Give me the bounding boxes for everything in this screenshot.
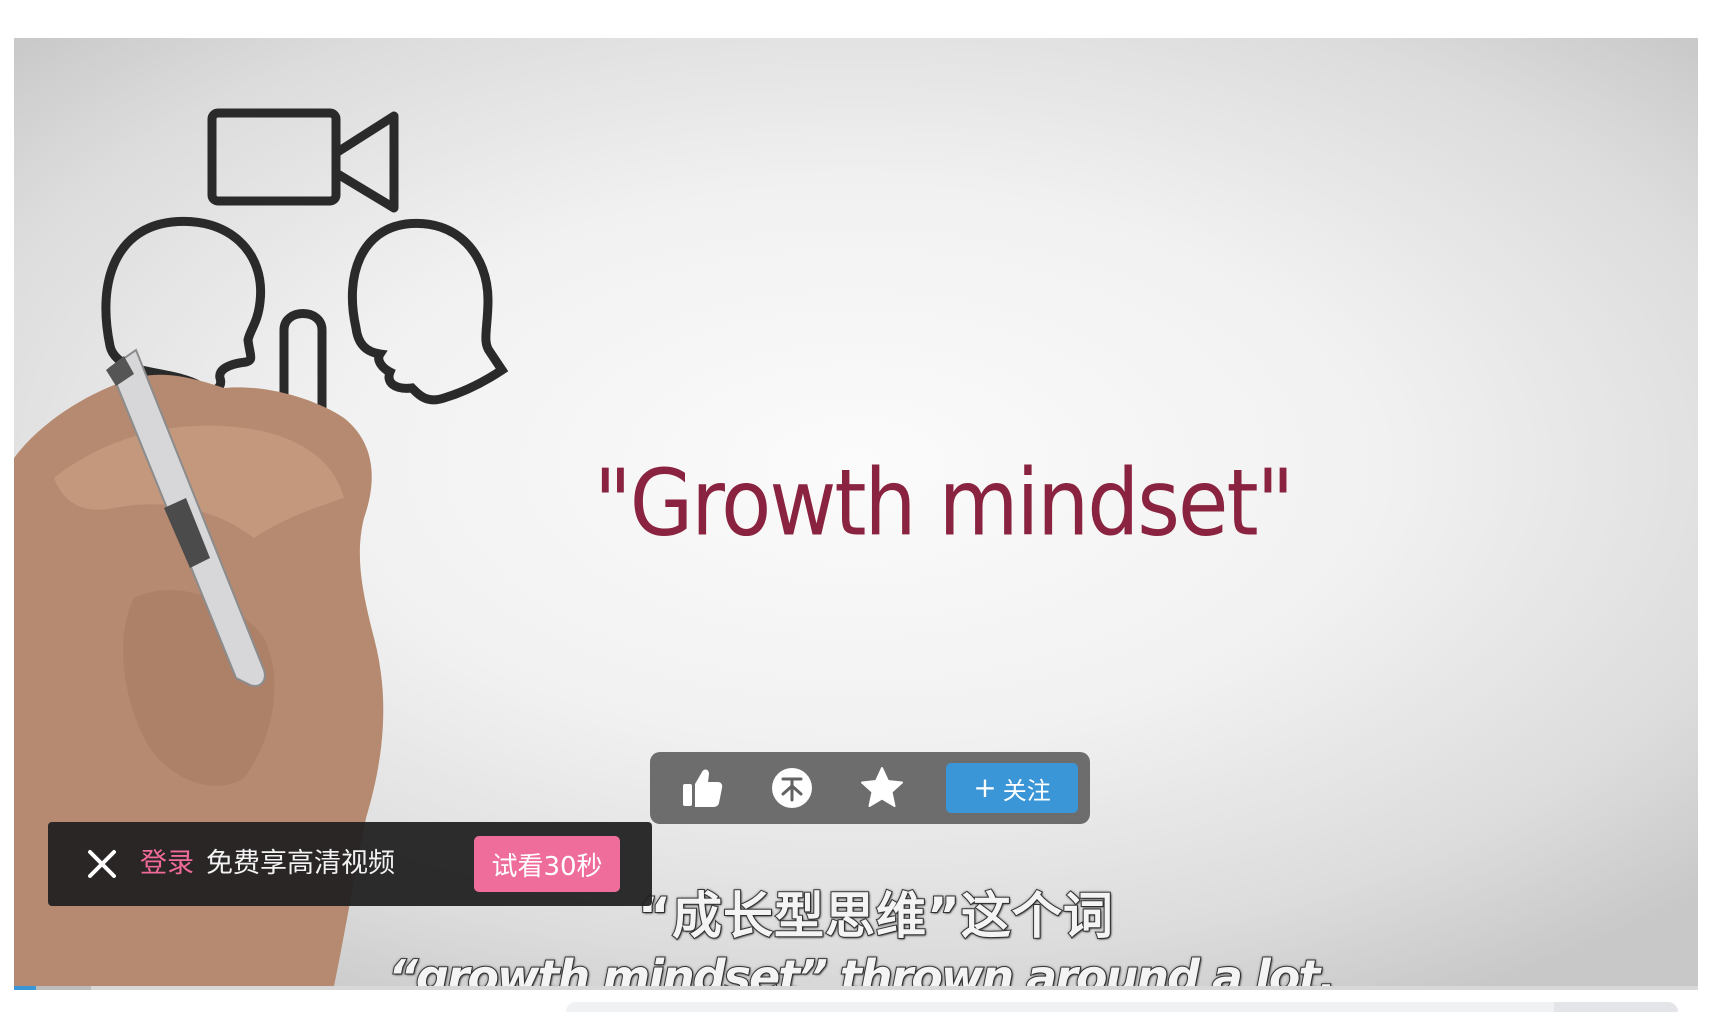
comment-input-bar[interactable] <box>566 1002 1678 1012</box>
promo-text: 免费享高清视频 <box>206 848 395 879</box>
video-action-bar: + 关注 <box>650 752 1090 824</box>
close-icon[interactable] <box>84 846 120 882</box>
subtitle-english: “growth mindset” thrown around a lot. <box>387 949 1337 986</box>
trial-30s-button[interactable]: 试看30秒 <box>474 836 620 892</box>
video-player[interactable]: "Growth mindset" “成长型思维”这个词 “growth mind… <box>14 38 1698 986</box>
login-promo-banner: 登录 免费享高清视频 试看30秒 <box>48 822 652 906</box>
camera-drawing <box>207 108 399 213</box>
send-button[interactable] <box>1554 1002 1678 1012</box>
right-head-drawing <box>347 218 509 405</box>
star-icon[interactable] <box>858 764 906 812</box>
follow-label: 关注 <box>1002 776 1051 805</box>
drawn-headline: "Growth mindset" <box>594 450 1294 557</box>
coin-icon[interactable] <box>768 764 816 812</box>
progress-played <box>14 986 36 990</box>
thumbs-up-icon[interactable] <box>678 764 726 812</box>
video-progress-bar[interactable] <box>14 986 1698 990</box>
page: "Growth mindset" “成长型思维”这个词 “growth mind… <box>0 0 1716 1012</box>
follow-button[interactable]: + 关注 <box>946 763 1078 813</box>
plus-icon: + <box>973 771 997 804</box>
login-link[interactable]: 登录 <box>140 844 194 884</box>
